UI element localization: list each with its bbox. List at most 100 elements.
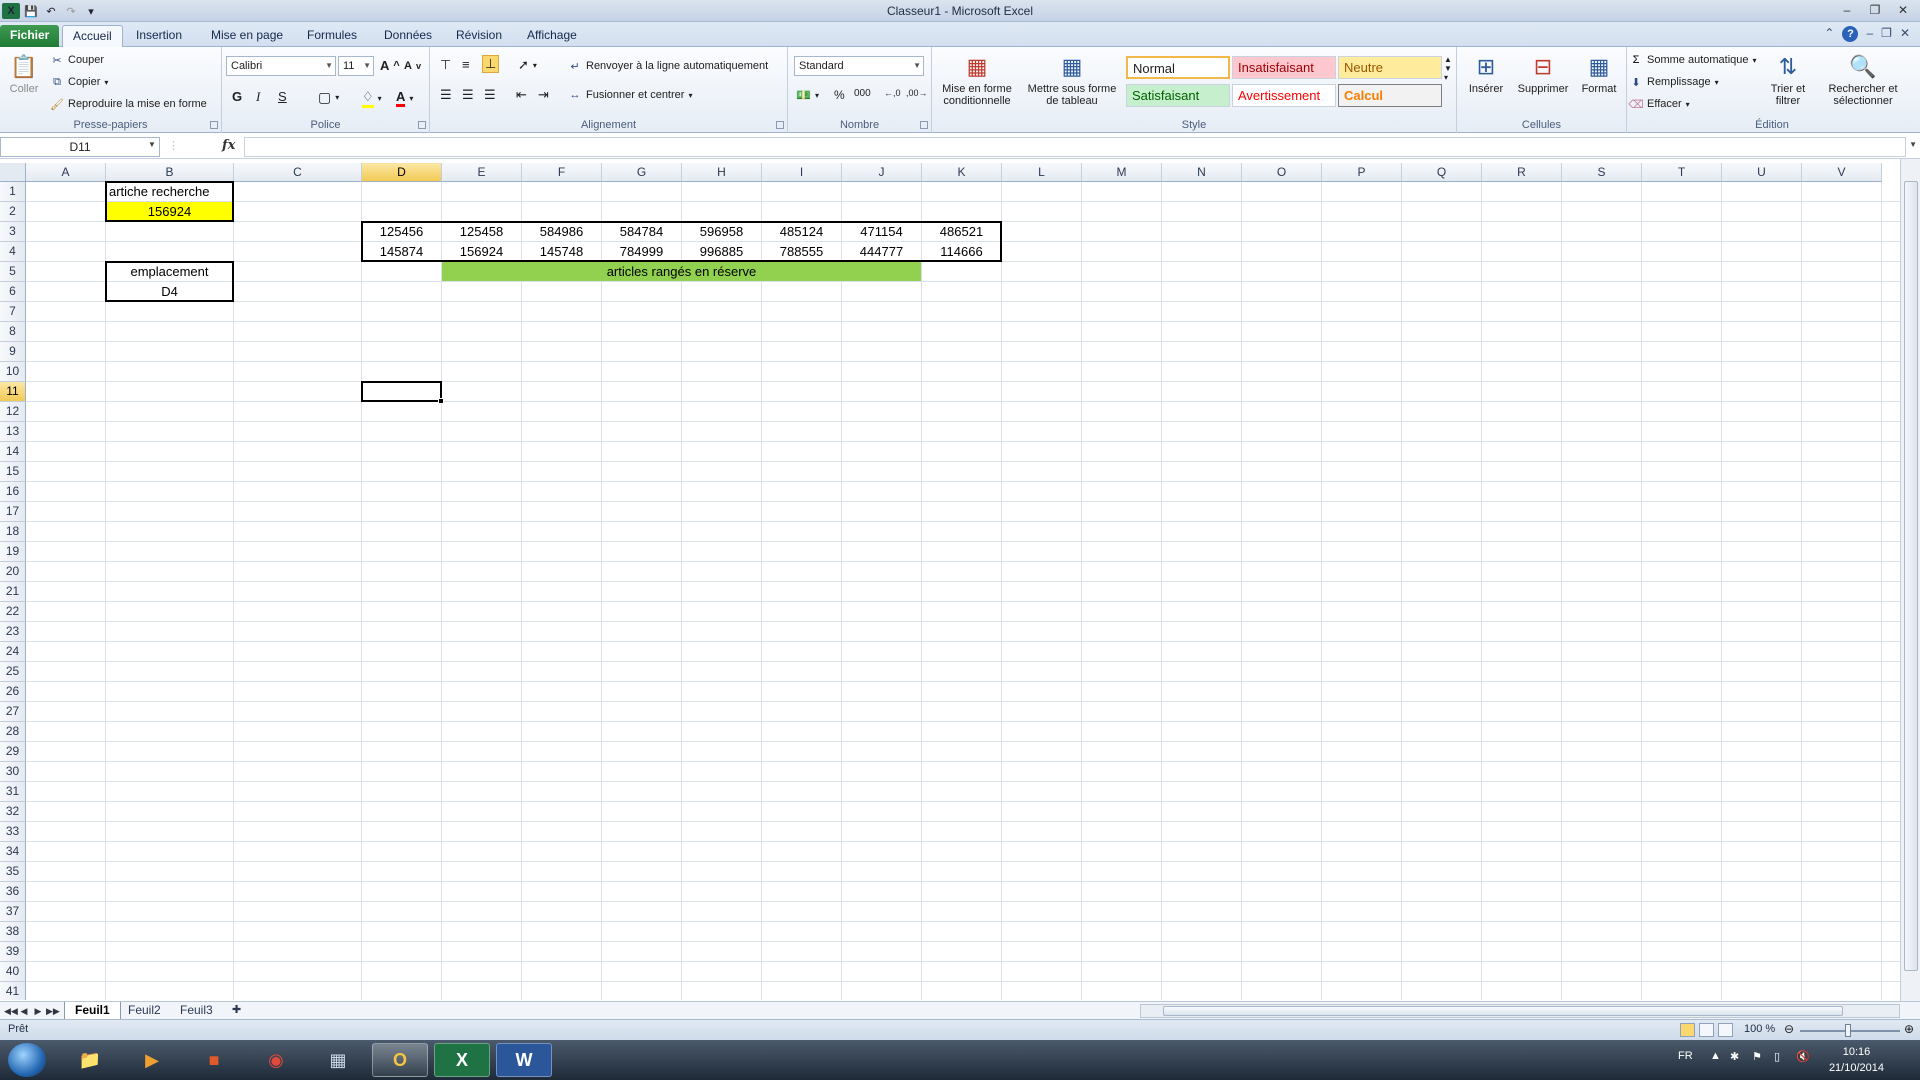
cell-e5-merged[interactable]: articles rangés en réserve <box>442 262 921 281</box>
format-as-table-button[interactable]: ▦ Mettre sous forme de tableau <box>1024 51 1120 108</box>
sheet-tab-feuil3[interactable]: Feuil3 <box>170 1002 223 1019</box>
row-header-22[interactable]: 22 <box>0 602 26 622</box>
volume-muted-icon[interactable]: 🔇 <box>1796 1050 1810 1063</box>
fill-color-icon[interactable]: ♢ ▾ <box>362 89 382 108</box>
column-header-f[interactable]: F <box>522 163 602 182</box>
column-header-k[interactable]: K <box>922 163 1002 182</box>
borders-icon[interactable]: ▢ ▾ <box>318 89 339 106</box>
excel-taskbar-icon[interactable]: X <box>434 1043 490 1077</box>
alignment-launcher-icon[interactable] <box>776 121 784 129</box>
close-button[interactable]: ✕ <box>1890 1 1916 19</box>
row-header-26[interactable]: 26 <box>0 682 26 702</box>
column-header-r[interactable]: R <box>1482 163 1562 182</box>
tab-mise-en-page[interactable]: Mise en page <box>201 25 293 47</box>
copy-button[interactable]: ⧉ Copier ▾ <box>50 75 108 89</box>
sheet-tab-feuil2[interactable]: Feuil2 <box>118 1002 171 1019</box>
font-name-combo[interactable]: Calibri ▼ <box>226 56 336 76</box>
workbook-minimize-icon[interactable]: – <box>1866 26 1873 42</box>
style-calcul[interactable]: Calcul <box>1338 84 1442 107</box>
number-format-combo[interactable]: Standard ▼ <box>794 56 924 76</box>
tab-donnees[interactable]: Données <box>374 25 442 47</box>
row-header-20[interactable]: 20 <box>0 562 26 582</box>
styles-scroll-icon[interactable]: ▲ ▼ ▾ <box>1444 55 1452 82</box>
last-sheet-icon[interactable]: ▶▶ <box>46 1003 60 1019</box>
row-header-35[interactable]: 35 <box>0 862 26 882</box>
bold-button[interactable]: G <box>232 89 242 104</box>
autosum-button[interactable]: Σ Somme automatique ▾ <box>1629 53 1757 67</box>
name-box-dropdown-icon[interactable]: ▼ <box>148 140 156 149</box>
thousands-icon[interactable]: 000 <box>854 88 871 99</box>
style-neutre[interactable]: Neutre <box>1338 56 1442 79</box>
align-center-icon[interactable]: ☰ <box>462 87 474 103</box>
style-insatisfaisant[interactable]: Insatisfaisant <box>1232 56 1336 79</box>
row-header-31[interactable]: 31 <box>0 782 26 802</box>
column-header-s[interactable]: S <box>1562 163 1642 182</box>
row-header-9[interactable]: 9 <box>0 342 26 362</box>
row-header-19[interactable]: 19 <box>0 542 26 562</box>
media-player-taskbar-icon[interactable]: ▶ <box>124 1043 180 1077</box>
clear-button[interactable]: ⌫ Effacer ▾ <box>1628 97 1689 111</box>
zoom-level[interactable]: 100 % <box>1744 1023 1775 1035</box>
tab-insertion[interactable]: Insertion <box>126 25 192 47</box>
active-cell-d11[interactable] <box>361 381 444 404</box>
expand-formula-icon[interactable]: ▼ <box>1909 140 1917 149</box>
shrink-font-icon[interactable]: Av <box>404 60 421 72</box>
row-header-18[interactable]: 18 <box>0 522 26 542</box>
row-header-30[interactable]: 30 <box>0 762 26 782</box>
column-header-h[interactable]: H <box>682 163 762 182</box>
row-header-34[interactable]: 34 <box>0 842 26 862</box>
align-left-icon[interactable]: ☰ <box>440 87 452 103</box>
wrap-text-button[interactable]: ↵ Renvoyer à la ligne automatiquement <box>568 59 768 73</box>
percent-icon[interactable]: % <box>834 88 845 102</box>
column-header-n[interactable]: N <box>1162 163 1242 182</box>
insert-cells-button[interactable]: ⊞ Insérer <box>1461 51 1511 96</box>
number-launcher-icon[interactable] <box>920 121 928 129</box>
fill-handle[interactable] <box>438 398 444 404</box>
minimize-button[interactable]: – <box>1834 1 1860 19</box>
row-header-12[interactable]: 12 <box>0 402 26 422</box>
row-header-37[interactable]: 37 <box>0 902 26 922</box>
horizontal-scroll-thumb[interactable] <box>1163 1006 1843 1016</box>
column-header-m[interactable]: M <box>1082 163 1162 182</box>
row-header-13[interactable]: 13 <box>0 422 26 442</box>
align-middle-icon[interactable]: ≡ <box>462 57 470 72</box>
tab-revision[interactable]: Révision <box>446 25 512 47</box>
action-center-flag-icon[interactable]: ⚑ <box>1752 1050 1762 1063</box>
row-header-8[interactable]: 8 <box>0 322 26 342</box>
formula-input[interactable] <box>244 137 1906 157</box>
column-header-t[interactable]: T <box>1642 163 1722 182</box>
underline-button[interactable]: S <box>278 89 287 104</box>
name-box[interactable]: D11 <box>0 137 160 157</box>
show-hidden-icons-icon[interactable]: ▲ <box>1710 1050 1721 1062</box>
office-taskbar-icon[interactable]: ■ <box>186 1043 242 1077</box>
align-top-icon[interactable]: ⊤ <box>440 57 451 73</box>
decrease-indent-icon[interactable]: ⇤ <box>516 87 527 103</box>
insert-function-icon[interactable]: fx <box>222 138 235 153</box>
column-header-a[interactable]: A <box>26 163 106 182</box>
sheet-tab-feuil1[interactable]: Feuil1 <box>64 1002 121 1019</box>
column-header-d[interactable]: D <box>362 163 442 182</box>
cut-button[interactable]: ✂ Couper <box>50 53 104 67</box>
merge-center-button[interactable]: ↔ Fusionner et centrer ▾ <box>568 88 693 102</box>
page-layout-view-icon[interactable] <box>1699 1023 1714 1037</box>
align-bottom-icon[interactable]: ⊥ <box>482 55 500 73</box>
row-header-4[interactable]: 4 <box>0 242 26 262</box>
chrome-taskbar-icon[interactable]: ◉ <box>248 1043 304 1077</box>
paste-button[interactable]: 📋 Coller <box>4 51 44 96</box>
column-header-c[interactable]: C <box>234 163 362 182</box>
language-indicator[interactable]: FR <box>1678 1050 1693 1062</box>
find-select-button[interactable]: 🔍 Rechercher et sélectionner <box>1817 51 1909 108</box>
row-header-6[interactable]: 6 <box>0 282 26 302</box>
insert-sheet-icon[interactable]: ✚ <box>222 1002 251 1019</box>
calculator-taskbar-icon[interactable]: ▦ <box>310 1043 366 1077</box>
row-header-14[interactable]: 14 <box>0 442 26 462</box>
network-tray-icon[interactable]: ✱ <box>1730 1050 1739 1063</box>
sort-filter-button[interactable]: ⇅ Trier et filtrer <box>1761 51 1815 108</box>
italic-button[interactable]: I <box>256 89 260 105</box>
row-header-28[interactable]: 28 <box>0 722 26 742</box>
delete-cells-button[interactable]: ⊟ Supprimer <box>1513 51 1573 96</box>
restore-button[interactable]: ❐ <box>1862 1 1888 19</box>
style-normal[interactable]: Normal <box>1126 56 1230 79</box>
row-header-17[interactable]: 17 <box>0 502 26 522</box>
outlook-taskbar-icon[interactable]: O <box>372 1043 428 1077</box>
